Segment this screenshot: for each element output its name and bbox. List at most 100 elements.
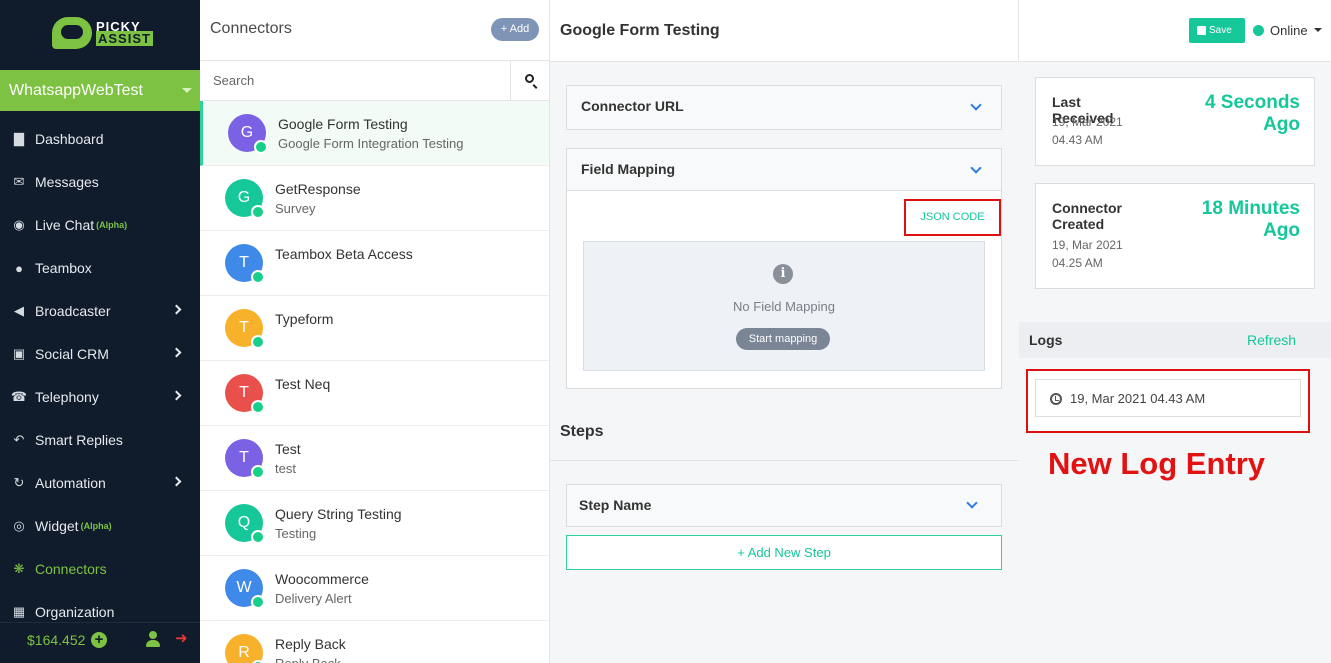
- divider: [550, 460, 1019, 461]
- field-mapping-label: Field Mapping: [581, 161, 676, 177]
- phone-icon: ☎: [10, 389, 28, 404]
- caret-down-icon: [182, 88, 192, 93]
- step-header[interactable]: Step Name: [567, 485, 1001, 526]
- online-status-icon: [251, 465, 265, 479]
- connector-subtitle: Reply Back: [275, 656, 341, 663]
- sidebar-item-label: Telephony: [35, 389, 99, 405]
- add-new-step-button[interactable]: + Add New Step: [566, 535, 1002, 570]
- connector-list-item[interactable]: G GetResponse Survey: [200, 166, 549, 231]
- refresh-logs-link[interactable]: Refresh: [1247, 332, 1296, 348]
- connector-list-item[interactable]: T Test Neq: [200, 361, 549, 426]
- chat-widget-icon: ◎: [13, 518, 25, 533]
- sidebar-item-broadcaster[interactable]: ◀ Broadcaster: [0, 296, 200, 326]
- last-received-date: 19, Mar 2021 04.43 AM: [1052, 115, 1123, 147]
- sidebar-item-teambox[interactable]: ● Teambox: [0, 253, 200, 283]
- building-icon: ▦: [12, 604, 26, 619]
- log-entry[interactable]: 19, Mar 2021 04.43 AM: [1035, 379, 1301, 417]
- sidebar-item-label: Connectors: [35, 561, 107, 577]
- logo-mark-icon: [52, 17, 92, 49]
- detail-body: Connector URL Field Mapping JSON CODE i …: [550, 61, 1019, 663]
- connector-url-header[interactable]: Connector URL: [567, 86, 1001, 129]
- caret-down-icon[interactable]: [1314, 28, 1322, 32]
- sidebar-item-telephony[interactable]: ☎ Telephony: [0, 382, 200, 412]
- json-code-button[interactable]: JSON CODE: [904, 199, 1001, 236]
- account-switcher[interactable]: WhatsappWebTest: [0, 70, 200, 111]
- connector-list-item[interactable]: Q Query String Testing Testing: [200, 491, 549, 556]
- search-bar: [200, 60, 549, 101]
- sidebar-item-connectors[interactable]: ❋ Connectors: [0, 554, 200, 584]
- connector-created-card: Connector Created 19, Mar 2021 04.25 AM …: [1035, 183, 1315, 289]
- megaphone-icon: ◀: [14, 303, 24, 318]
- connector-list-item[interactable]: T Typeform: [200, 296, 549, 361]
- alpha-badge: (Alpha): [96, 220, 128, 230]
- connector-list-item[interactable]: G Google Form Testing Google Form Integrat…: [200, 101, 549, 166]
- connectors-title: Connectors: [210, 20, 292, 37]
- connector-list-item[interactable]: T Teambox Beta Access: [200, 231, 549, 296]
- field-mapping-header[interactable]: Field Mapping: [567, 149, 1001, 191]
- comments-icon: ●: [15, 260, 23, 276]
- envelope-icon: ✉: [13, 174, 25, 189]
- status-dot-icon: [1253, 25, 1264, 36]
- connector-subtitle: Testing: [275, 526, 317, 541]
- chevron-right-icon: [171, 476, 182, 487]
- sidebar-item-label: Dashboard: [35, 131, 104, 147]
- search-input[interactable]: [200, 61, 510, 100]
- chevron-right-icon: [171, 347, 182, 358]
- sidebar-item-label: Teambox: [35, 260, 92, 276]
- chevron-down-icon[interactable]: [970, 99, 982, 111]
- online-status-icon: [251, 335, 265, 349]
- empty-mapping-box: i No Field Mapping Start mapping: [583, 241, 985, 371]
- add-credit-icon[interactable]: +: [91, 632, 107, 648]
- online-status-icon: [251, 270, 265, 284]
- sidebar-item-label: Messages: [35, 174, 99, 190]
- chevron-down-icon[interactable]: [970, 162, 982, 174]
- sidebar-item-messages[interactable]: ✉ Messages: [0, 167, 200, 197]
- field-mapping-panel: Field Mapping JSON CODE i No Field Mappi…: [566, 148, 1002, 389]
- add-connector-button[interactable]: + Add: [491, 18, 539, 41]
- log-highlight-frame: 19, Mar 2021 04.43 AM: [1026, 369, 1310, 433]
- sidebar-item-live-chat[interactable]: ◉ Live Chat (Alpha): [0, 210, 200, 240]
- logo-wordmark-bottom: ASSIST: [96, 31, 153, 46]
- connector-created-value: 18 Minutes Ago: [1201, 198, 1300, 241]
- sidebar-item-smart-replies[interactable]: ↶ Smart Replies: [0, 425, 200, 455]
- last-received-value: 4 Seconds Ago: [1204, 92, 1300, 135]
- sidebar-item-label: Organization: [35, 604, 115, 620]
- user-icon[interactable]: [146, 631, 160, 647]
- connector-subtitle: Google Form Integration Testing: [278, 136, 464, 151]
- sidebar-item-automation[interactable]: ↻ Automation: [0, 468, 200, 498]
- online-status-icon: [254, 140, 268, 154]
- connector-url-panel[interactable]: Connector URL: [566, 85, 1002, 130]
- connector-list-item[interactable]: W Woocommerce Delivery Alert: [200, 556, 549, 621]
- search-button[interactable]: [510, 61, 549, 100]
- sidebar-item-social-crm[interactable]: ▣ Social CRM: [0, 339, 200, 369]
- picky-assist-logo[interactable]: PICKY ASSIST: [52, 17, 153, 49]
- sidebar-footer: $164.452 + ➜: [0, 622, 200, 663]
- save-button[interactable]: Save: [1189, 18, 1245, 43]
- connectors-list-pane: Connectors + Add GGoogle Form TestingGoo…: [200, 0, 550, 663]
- alpha-badge: (Alpha): [80, 521, 112, 531]
- sidebar-item-label: Social CRM: [35, 346, 109, 362]
- connector-name: Woocommerce: [275, 571, 369, 587]
- app-root: PICKY ASSIST WhatsappWebTest ▇ Dashboard ✉…: [0, 0, 1331, 663]
- reply-all-icon: ↶: [13, 432, 25, 447]
- chevron-right-icon: [171, 304, 182, 315]
- start-mapping-button[interactable]: Start mapping: [736, 328, 830, 350]
- account-name: WhatsappWebTest: [9, 82, 143, 99]
- sidebar-item-dashboard[interactable]: ▇ Dashboard: [0, 124, 200, 154]
- step-panel[interactable]: Step Name: [566, 484, 1002, 527]
- search-icon: [525, 74, 534, 83]
- sidebar-item-widget[interactable]: ◎ Widget (Alpha): [0, 511, 200, 541]
- logout-icon[interactable]: ➜: [175, 631, 193, 647]
- online-status-icon: [251, 205, 265, 219]
- connector-list-item[interactable]: T Test test: [200, 426, 549, 491]
- connector-created-label: Connector Created: [1052, 200, 1122, 232]
- clock-icon: [1050, 393, 1062, 405]
- connector-subtitle: Delivery Alert: [275, 591, 352, 606]
- save-icon: [1197, 26, 1206, 35]
- sidebar-item-label: Widget: [35, 518, 79, 534]
- logs-title: Logs: [1029, 332, 1063, 348]
- sidebar-item-label: Automation: [35, 475, 106, 491]
- status-dropdown[interactable]: Online: [1270, 23, 1308, 38]
- chevron-down-icon[interactable]: [966, 497, 978, 509]
- connector-list-item[interactable]: R Reply Back Reply Back: [200, 621, 549, 663]
